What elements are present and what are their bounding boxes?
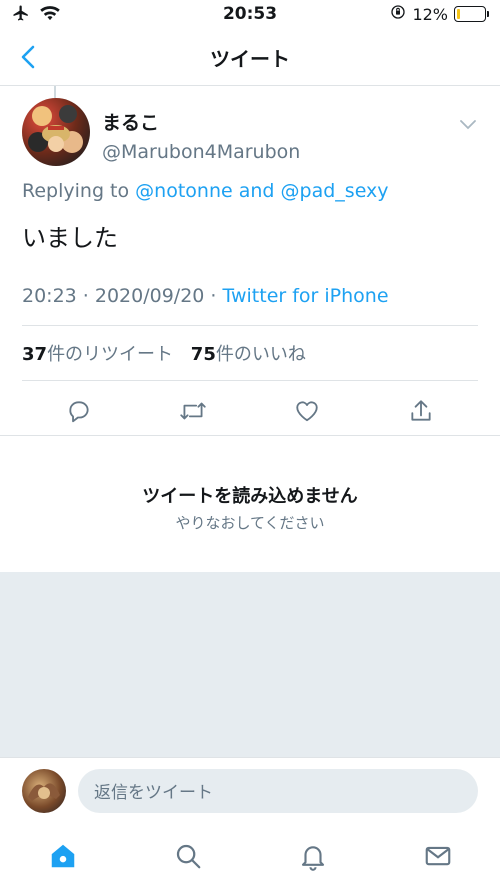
share-icon xyxy=(411,400,431,421)
status-right: 12% xyxy=(390,4,489,24)
search-icon xyxy=(176,844,200,869)
tweet-menu-button[interactable] xyxy=(458,114,478,134)
replying-prefix: Replying to xyxy=(22,180,130,202)
like-label: 件のいいね xyxy=(215,344,306,365)
chevron-left-icon xyxy=(21,45,35,69)
battery-percent: 12% xyxy=(412,4,448,24)
retweet-button[interactable] xyxy=(174,393,212,429)
reply-icon xyxy=(69,401,89,423)
reply-input[interactable]: 返信をツイート xyxy=(78,768,478,813)
heart-icon xyxy=(296,401,318,422)
error-title: ツイートを読み込めません xyxy=(142,486,358,507)
share-button[interactable] xyxy=(402,393,440,429)
page-title: ツイート xyxy=(210,47,290,71)
tweet-stats: 37件のリツイート 75件のいいね xyxy=(22,326,478,381)
tab-notifications[interactable] xyxy=(293,839,333,873)
likes-stat[interactable]: 75件のいいね xyxy=(191,344,306,365)
tweet-header: まるこ @Marubon4Marubon xyxy=(22,98,478,166)
load-error: ツイートを読み込めません やりなおしてください xyxy=(0,482,500,533)
tweet-author[interactable]: まるこ @Marubon4Marubon xyxy=(102,108,300,163)
retweet-count: 37 xyxy=(22,344,48,365)
battery-icon xyxy=(454,6,489,22)
display-name: まるこ xyxy=(102,112,160,134)
status-bar: 20:53 12% xyxy=(0,0,500,30)
tweet-actions xyxy=(22,381,478,437)
like-count: 75 xyxy=(190,344,216,365)
tweet-detail: まるこ @Marubon4Marubon Replying to @notonn… xyxy=(0,98,500,437)
tweet-text: いました xyxy=(22,224,118,252)
empty-area xyxy=(0,572,500,757)
reply-bar: 返信をツイート xyxy=(0,757,500,823)
thread-line xyxy=(54,86,56,98)
tweet-timestamp: 20:23 · 2020/09/20 · xyxy=(22,285,223,307)
home-icon xyxy=(51,844,74,868)
mail-icon xyxy=(425,846,450,866)
battery-fill xyxy=(457,9,461,19)
tab-bar xyxy=(0,823,500,889)
tab-home[interactable] xyxy=(43,839,83,873)
orientation-lock-icon xyxy=(390,4,406,24)
tab-messages[interactable] xyxy=(418,839,458,873)
bell-icon xyxy=(301,846,324,871)
tab-search[interactable] xyxy=(168,839,208,873)
back-button[interactable] xyxy=(16,42,40,72)
mention-link-1[interactable]: @notonne xyxy=(135,180,233,202)
nav-bar: ツイート xyxy=(0,30,500,86)
user-avatar[interactable] xyxy=(22,768,66,813)
avatar[interactable] xyxy=(22,98,90,166)
handle: @Marubon4Marubon xyxy=(102,141,301,163)
mention-and[interactable]: and xyxy=(239,180,275,202)
replying-to: Replying to @notonne and @pad_sexy xyxy=(22,180,478,202)
retweet-icon xyxy=(180,402,206,420)
retweet-label: 件のリツイート xyxy=(47,344,174,365)
tweet-source-link[interactable]: Twitter for iPhone xyxy=(223,285,389,307)
section-divider xyxy=(0,435,500,436)
reply-button[interactable] xyxy=(60,393,98,429)
like-button[interactable] xyxy=(288,393,326,429)
retry-link[interactable]: やりなおしてください xyxy=(0,512,500,533)
retweets-stat[interactable]: 37件のリツイート xyxy=(22,344,173,365)
mention-link-2[interactable]: @pad_sexy xyxy=(281,180,389,202)
chevron-down-icon xyxy=(460,120,476,130)
tweet-meta: 20:23 · 2020/09/20 · Twitter for iPhone xyxy=(22,285,478,326)
